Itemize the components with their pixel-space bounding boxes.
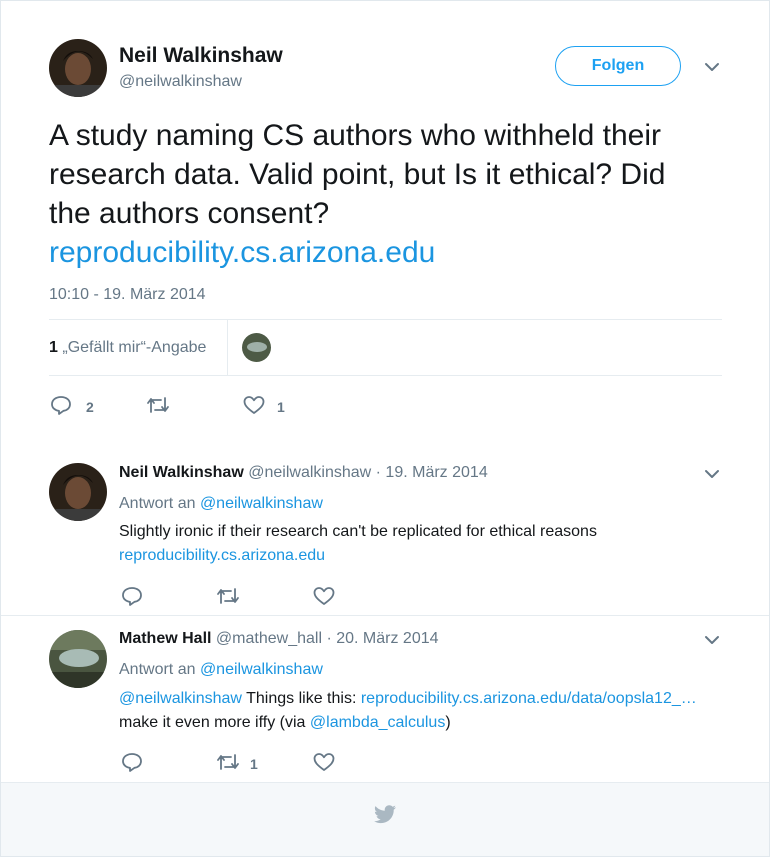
likes-label: „Gefällt mir“-Angabe (62, 339, 207, 356)
heart-icon[interactable] (313, 752, 335, 772)
reply-to-link[interactable]: @neilwalkinshaw (200, 661, 323, 678)
tweet-text: A study naming CS authors who withheld t… (49, 116, 709, 272)
mention-link[interactable]: @neilwalkinshaw (119, 690, 242, 707)
retweet-count: 1 (250, 756, 258, 772)
reply-text: Slightly ironic if their research can't … (119, 523, 597, 540)
reply-header: Neil Walkinshaw @neilwalkinshaw · 19. Mä… (119, 464, 488, 482)
divider (49, 375, 722, 376)
follow-button[interactable]: Folgen (555, 46, 681, 86)
reply-text-mid: Things like this: (246, 690, 357, 707)
chevron-down-icon[interactable] (702, 630, 722, 650)
reply-to-prefix: Antwort an (119, 661, 196, 678)
reply-to-line: Antwort an @neilwalkinshaw (119, 658, 323, 682)
reply-text-line2: make it even more iffy (via @lambda_calc… (119, 711, 451, 735)
reply-count: 2 (86, 399, 94, 415)
divider (49, 319, 722, 320)
like-count: 1 (277, 399, 285, 415)
likes-count: 1 (49, 339, 58, 356)
reply-to-link[interactable]: @neilwalkinshaw (200, 495, 323, 512)
twitter-bird-icon[interactable] (373, 805, 397, 825)
author-handle[interactable]: @neilwalkinshaw (119, 73, 242, 91)
likes-stat[interactable]: 1 „Gefällt mir“-Angabe (49, 339, 206, 357)
chevron-down-icon[interactable] (702, 57, 722, 77)
avatar[interactable] (49, 630, 107, 688)
reply-link[interactable]: reproducibility.cs.arizona.edu (119, 544, 325, 568)
embed-footer (1, 782, 769, 856)
divider (227, 320, 228, 375)
retweet-icon[interactable] (146, 395, 170, 415)
heart-icon[interactable] (243, 395, 265, 415)
avatar[interactable] (49, 463, 107, 521)
reply-date[interactable]: · 19. März 2014 (376, 464, 488, 481)
author-name[interactable]: Mathew Hall (119, 630, 211, 647)
author-handle[interactable]: @neilwalkinshaw (248, 464, 371, 481)
avatar[interactable] (49, 39, 107, 97)
tweet-body: A study naming CS authors who withheld t… (49, 119, 666, 230)
reply-to-line: Antwort an @neilwalkinshaw (119, 492, 323, 516)
liker-avatar[interactable] (242, 333, 271, 362)
reply-icon[interactable] (121, 585, 143, 607)
reply-header: Mathew Hall @mathew_hall · 20. März 2014 (119, 630, 439, 648)
chevron-down-icon[interactable] (702, 464, 722, 484)
reply-text-line2-start: make it even more iffy (via (119, 714, 306, 731)
reply-icon[interactable] (50, 394, 72, 416)
author-handle[interactable]: @mathew_hall (216, 630, 322, 647)
retweet-icon[interactable] (216, 586, 240, 606)
reply-text: @neilwalkinshaw Things like this: reprod… (119, 687, 729, 711)
tweet-link[interactable]: reproducibility.cs.arizona.edu (49, 233, 709, 272)
tweet-timestamp[interactable]: 10:10 - 19. März 2014 (49, 286, 206, 304)
author-name[interactable]: Neil Walkinshaw (119, 44, 283, 68)
author-name[interactable]: Neil Walkinshaw (119, 464, 244, 481)
mention-link[interactable]: @lambda_calculus (310, 714, 445, 731)
reply-text-end: ) (445, 714, 451, 731)
reply-to-prefix: Antwort an (119, 495, 196, 512)
reply-icon[interactable] (121, 751, 143, 773)
retweet-icon[interactable] (216, 752, 240, 772)
reply-link[interactable]: reproducibility.cs.arizona.edu/data/oops… (361, 690, 697, 707)
divider (1, 615, 769, 616)
heart-icon[interactable] (313, 586, 335, 606)
reply-date[interactable]: · 20. März 2014 (326, 630, 438, 647)
